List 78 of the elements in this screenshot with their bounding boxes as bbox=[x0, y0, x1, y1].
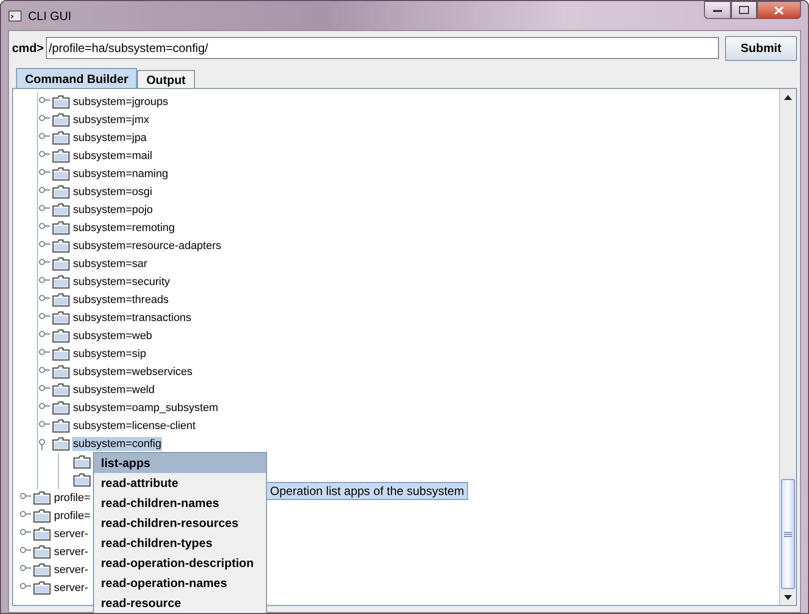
tree-item[interactable]: subsystem=transactions bbox=[72, 311, 192, 325]
folder-icon bbox=[52, 437, 70, 451]
tree-item[interactable]: subsystem=sip bbox=[72, 347, 148, 361]
submit-button[interactable]: Submit bbox=[725, 36, 797, 60]
tree-item[interactable]: server- bbox=[53, 563, 90, 577]
scrollbar[interactable] bbox=[779, 89, 796, 605]
tree-item[interactable]: subsystem=naming bbox=[72, 167, 170, 181]
maximize-icon bbox=[739, 6, 749, 14]
menu-item[interactable]: read-attribute bbox=[94, 473, 266, 493]
tree-item[interactable]: server- bbox=[53, 527, 90, 541]
window-title: CLI GUI bbox=[28, 8, 72, 22]
app-icon bbox=[8, 10, 22, 22]
folder-icon bbox=[52, 221, 70, 235]
tree-item[interactable]: subsystem=license-client bbox=[72, 419, 197, 433]
folder-icon bbox=[52, 239, 70, 253]
tab[interactable]: Output bbox=[137, 70, 195, 88]
folder-icon bbox=[33, 545, 51, 559]
menu-item[interactable]: read-operation-description bbox=[94, 553, 266, 573]
command-field[interactable]: /profile=ha/subsystem=config/ bbox=[46, 37, 719, 59]
folder-icon bbox=[52, 167, 70, 181]
tree-item[interactable]: subsystem=jpa bbox=[72, 131, 148, 145]
folder-icon bbox=[52, 293, 70, 307]
tree-item[interactable]: server- bbox=[53, 581, 90, 595]
folder-icon bbox=[52, 185, 70, 199]
menu-item[interactable]: read-children-names bbox=[94, 493, 266, 513]
tree-item[interactable]: profile= bbox=[53, 509, 92, 523]
folder-icon bbox=[52, 149, 70, 163]
menu-item[interactable]: list-apps bbox=[94, 453, 266, 473]
tree-item[interactable]: subsystem=resource-adapters bbox=[72, 239, 222, 253]
tree-item[interactable]: subsystem=osgi bbox=[72, 185, 154, 199]
tree-item[interactable]: subsystem=sar bbox=[72, 257, 148, 271]
folder-icon bbox=[73, 455, 91, 469]
folder-icon bbox=[52, 131, 70, 145]
folder-icon bbox=[52, 383, 70, 397]
tree-item[interactable]: subsystem=webservices bbox=[72, 365, 194, 379]
tree-item[interactable]: subsystem=jmx bbox=[72, 113, 150, 127]
tree-item[interactable]: subsystem=oamp_subsystem bbox=[72, 401, 220, 415]
tree-item[interactable]: subsystem=mail bbox=[72, 149, 154, 163]
folder-icon bbox=[52, 113, 70, 127]
menu-item[interactable]: read-children-types bbox=[94, 533, 266, 553]
minimize-button[interactable] bbox=[704, 1, 731, 19]
close-button[interactable] bbox=[757, 1, 801, 19]
folder-icon bbox=[52, 275, 70, 289]
tree-item[interactable]: subsystem=threads bbox=[72, 293, 170, 307]
minimize-icon bbox=[713, 8, 722, 12]
tree-item[interactable]: profile= bbox=[53, 491, 92, 505]
folder-icon bbox=[52, 329, 70, 343]
folder-icon bbox=[52, 419, 70, 433]
tree-item[interactable]: subsystem=remoting bbox=[72, 221, 176, 235]
folder-icon bbox=[52, 257, 70, 271]
tree-item[interactable]: subsystem=pojo bbox=[72, 203, 154, 217]
folder-icon bbox=[33, 509, 51, 523]
scroll-thumb[interactable] bbox=[781, 479, 795, 589]
folder-icon bbox=[52, 365, 70, 379]
folder-icon bbox=[33, 563, 51, 577]
maximize-button[interactable] bbox=[731, 1, 757, 19]
folder-icon bbox=[33, 491, 51, 505]
folder-icon bbox=[73, 473, 91, 487]
folder-icon bbox=[52, 203, 70, 217]
tab[interactable]: Command Builder bbox=[16, 68, 138, 88]
folder-icon bbox=[33, 581, 51, 595]
menu-item[interactable]: read-children-resources bbox=[94, 513, 266, 533]
folder-icon bbox=[52, 95, 70, 109]
folder-icon bbox=[33, 527, 51, 541]
menu-item[interactable]: read-resource bbox=[94, 593, 266, 613]
tree-item[interactable]: subsystem=jgroups bbox=[72, 95, 170, 109]
close-icon bbox=[774, 6, 784, 14]
folder-icon bbox=[52, 347, 70, 361]
folder-icon bbox=[52, 311, 70, 325]
tree-item[interactable]: server- bbox=[53, 545, 90, 559]
tree-item[interactable]: subsystem=web bbox=[72, 329, 154, 343]
menu-item[interactable]: read-operation-names bbox=[94, 573, 266, 593]
tree-item[interactable]: subsystem=security bbox=[72, 275, 171, 289]
command-label: cmd> bbox=[12, 41, 44, 55]
tree-item[interactable]: subsystem=config bbox=[72, 437, 162, 451]
tooltip: Operation list apps of the subsystem bbox=[266, 482, 468, 500]
tree-item[interactable]: subsystem=weld bbox=[72, 383, 156, 397]
folder-icon bbox=[52, 401, 70, 415]
